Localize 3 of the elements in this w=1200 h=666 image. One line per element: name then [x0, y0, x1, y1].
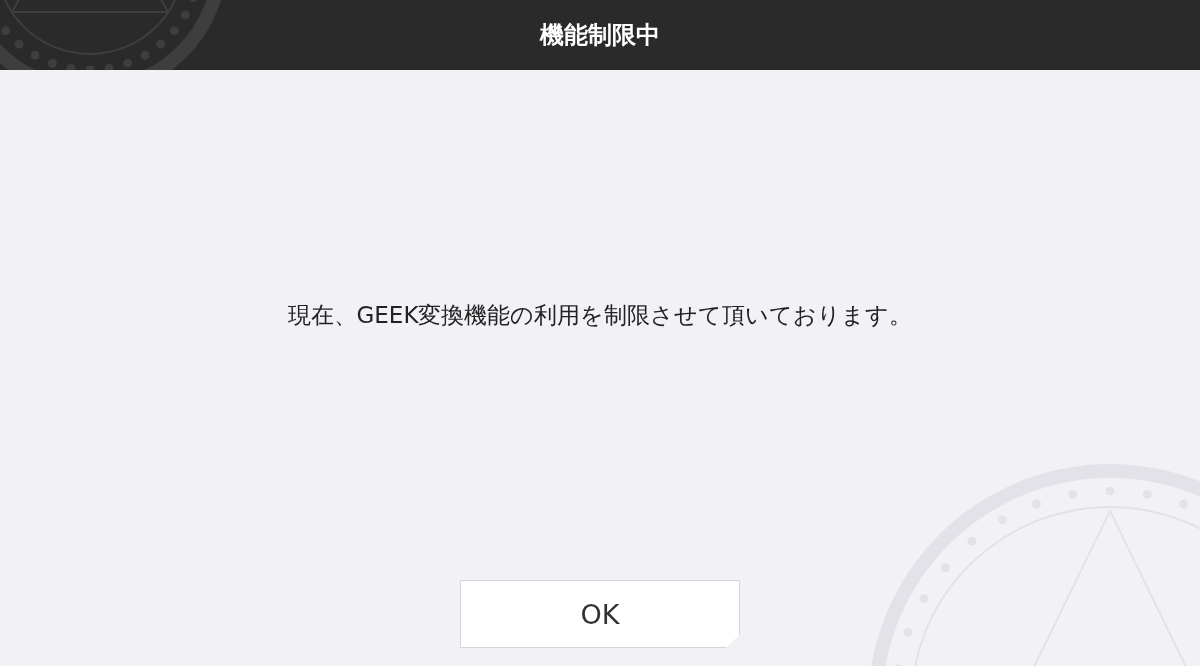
- dialog-title: 機能制限中: [540, 20, 660, 51]
- dialog-message: 現在、GEEK変換機能の利用を制限させて頂いております。: [287, 301, 913, 330]
- ok-button[interactable]: OK: [460, 580, 740, 648]
